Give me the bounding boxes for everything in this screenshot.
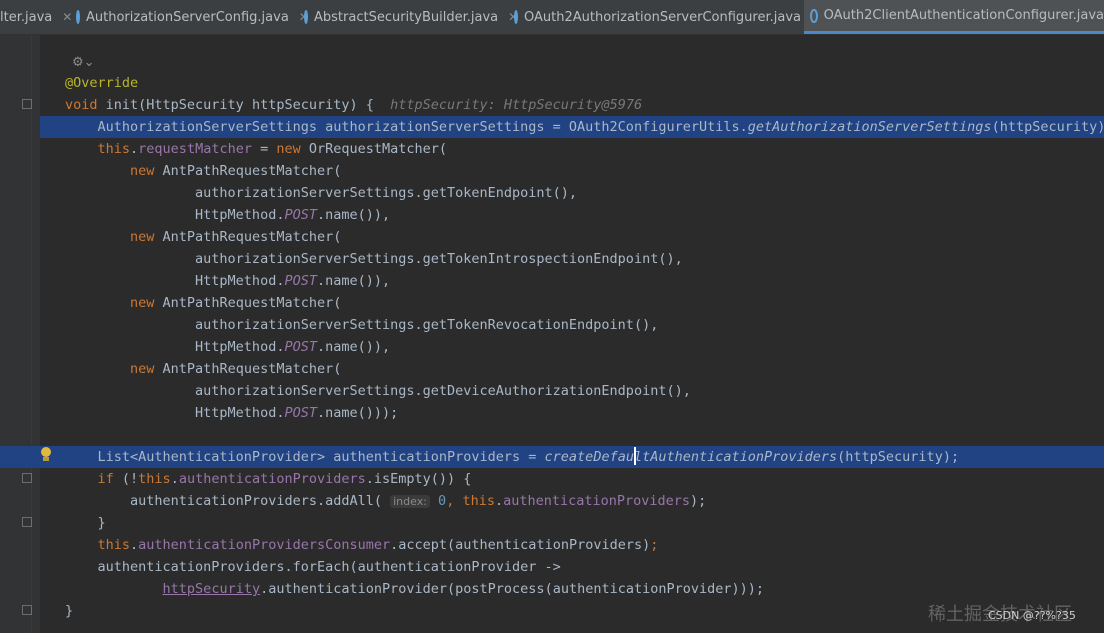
code-token: . bbox=[130, 537, 139, 553]
code-token: authenticationProviders bbox=[503, 493, 691, 509]
fold-icon[interactable] bbox=[22, 517, 32, 527]
code-token: AntPathRequestMatcher( bbox=[162, 163, 342, 179]
code-token: (httpSecurity); bbox=[991, 119, 1104, 135]
code-token: .authenticationProvider(postProcess(auth… bbox=[260, 581, 765, 597]
tab-oauth2-client-authentication-configurer[interactable]: OAuth2ClientAuthenticationConfigurer.jav… bbox=[804, 0, 1104, 34]
code-token: HttpMethod. bbox=[65, 273, 285, 289]
gear-icon[interactable]: ⚙⌄ bbox=[72, 55, 95, 70]
code-token: 0 bbox=[429, 493, 447, 509]
java-class-icon bbox=[810, 8, 818, 23]
code-token: } bbox=[65, 603, 74, 619]
tab-label: AbstractSecurityBuilder.java bbox=[314, 9, 499, 25]
code-token: new bbox=[65, 163, 163, 179]
code-token: init(HttpSecurity httpSecurity) { bbox=[105, 97, 391, 113]
java-class-icon bbox=[76, 10, 80, 24]
code-token: this bbox=[65, 141, 131, 157]
code-token: requestMatcher bbox=[138, 141, 252, 157]
java-class-icon bbox=[304, 10, 308, 24]
code-token: new bbox=[65, 229, 163, 245]
code-token: = bbox=[251, 141, 277, 157]
code-token: .accept(authenticationProviders) bbox=[390, 537, 651, 553]
text-caret bbox=[634, 447, 636, 465]
code-token: POST bbox=[284, 273, 317, 289]
code-token: authenticationProvidersConsumer bbox=[138, 537, 391, 553]
editor-tab-bar: lter.java ✕ AuthorizationServerConfig.ja… bbox=[0, 0, 1104, 35]
code-token: OrRequestMatcher( bbox=[308, 141, 448, 157]
code-token: ); bbox=[690, 493, 707, 509]
tab-label: OAuth2AuthorizationServerConfigurer.java bbox=[524, 9, 801, 25]
code-token: authorizationServerSettings.getDeviceAut… bbox=[65, 383, 691, 399]
fold-icon[interactable] bbox=[22, 99, 32, 109]
code-token: } bbox=[65, 515, 106, 531]
fold-icon[interactable] bbox=[22, 605, 32, 615]
code-token: new bbox=[65, 295, 163, 311]
tab-authorization-server-config[interactable]: AuthorizationServerConfig.java ✕ bbox=[76, 0, 309, 34]
code-token: AntPathRequestMatcher( bbox=[162, 361, 342, 377]
code-token: .name()), bbox=[316, 207, 391, 223]
code-token: .name())); bbox=[316, 405, 399, 421]
code-token: new bbox=[65, 361, 163, 377]
code-token: HttpMethod. bbox=[65, 207, 285, 223]
code-token: .name()), bbox=[316, 339, 391, 355]
code-token: .name()), bbox=[316, 273, 391, 289]
code-editor[interactable]: @Override void init(HttpSecurity httpSec… bbox=[0, 0, 1104, 619]
lightbulb-icon[interactable] bbox=[40, 447, 52, 463]
code-token: getAuthorizationServerSettings bbox=[747, 119, 992, 135]
code-token: AntPathRequestMatcher( bbox=[162, 229, 342, 245]
java-class-icon bbox=[514, 10, 518, 24]
code-token: HttpMethod. bbox=[65, 339, 285, 355]
code-token: (httpSecurity); bbox=[837, 449, 960, 465]
code-token: AntPathRequestMatcher( bbox=[162, 295, 342, 311]
code-token: POST bbox=[284, 339, 317, 355]
fold-icon[interactable] bbox=[22, 473, 32, 483]
code-token: authorizationServerSettings.getTokenIntr… bbox=[65, 251, 683, 267]
debug-value-hint: httpSecurity: HttpSecurity@5976 bbox=[390, 97, 643, 113]
code-token: httpSecurity bbox=[162, 581, 261, 597]
code-token: (! bbox=[121, 471, 139, 487]
code-token: POST bbox=[284, 207, 317, 223]
code-token: authenticationProviders.addAll( bbox=[65, 493, 391, 509]
code-token: HttpMethod. bbox=[65, 405, 285, 421]
watermark-text: CSDN @??%?35 bbox=[988, 609, 1076, 622]
gutter-separator bbox=[31, 35, 32, 633]
code-token: POST bbox=[284, 405, 317, 421]
code-token: void bbox=[65, 97, 106, 113]
code-token: new bbox=[276, 141, 309, 157]
code-token: this bbox=[462, 493, 495, 509]
close-icon[interactable]: ✕ bbox=[62, 10, 72, 24]
tab-label: AuthorizationServerConfig.java bbox=[86, 9, 289, 25]
code-token: authenticationProviders bbox=[178, 471, 366, 487]
code-token: . bbox=[170, 471, 179, 487]
code-token: if bbox=[65, 471, 122, 487]
tab-oauth2-authorization-server-configurer[interactable]: OAuth2AuthorizationServerConfigurer.java… bbox=[514, 0, 821, 34]
code-token: authorizationServerSettings.getTokenEndp… bbox=[65, 185, 578, 201]
code-token: authenticationProviders.forEach(authenti… bbox=[65, 559, 561, 575]
code-token: . bbox=[130, 141, 139, 157]
code-token: @Override bbox=[65, 75, 139, 91]
code-token: this bbox=[65, 537, 131, 553]
code-token: . bbox=[494, 493, 504, 509]
code-token: createDefaultAuthenticationProviders bbox=[544, 449, 838, 465]
code-token: ; bbox=[650, 537, 659, 553]
tab-abstract-security-builder[interactable]: AbstractSecurityBuilder.java ✕ bbox=[304, 0, 518, 34]
tab-label: OAuth2ClientAuthenticationConfigurer.jav… bbox=[823, 8, 1104, 23]
parameter-hint: index: bbox=[390, 495, 430, 508]
code-token: List<AuthenticationProvider> authenticat… bbox=[65, 449, 545, 465]
code-token: authorizationServerSettings.getTokenRevo… bbox=[65, 317, 659, 333]
code-token: AuthorizationServerSettings authorizatio… bbox=[65, 119, 748, 135]
code-token: .isEmpty()) { bbox=[365, 471, 472, 487]
code-token: this bbox=[138, 471, 171, 487]
code-token: , bbox=[446, 493, 463, 509]
